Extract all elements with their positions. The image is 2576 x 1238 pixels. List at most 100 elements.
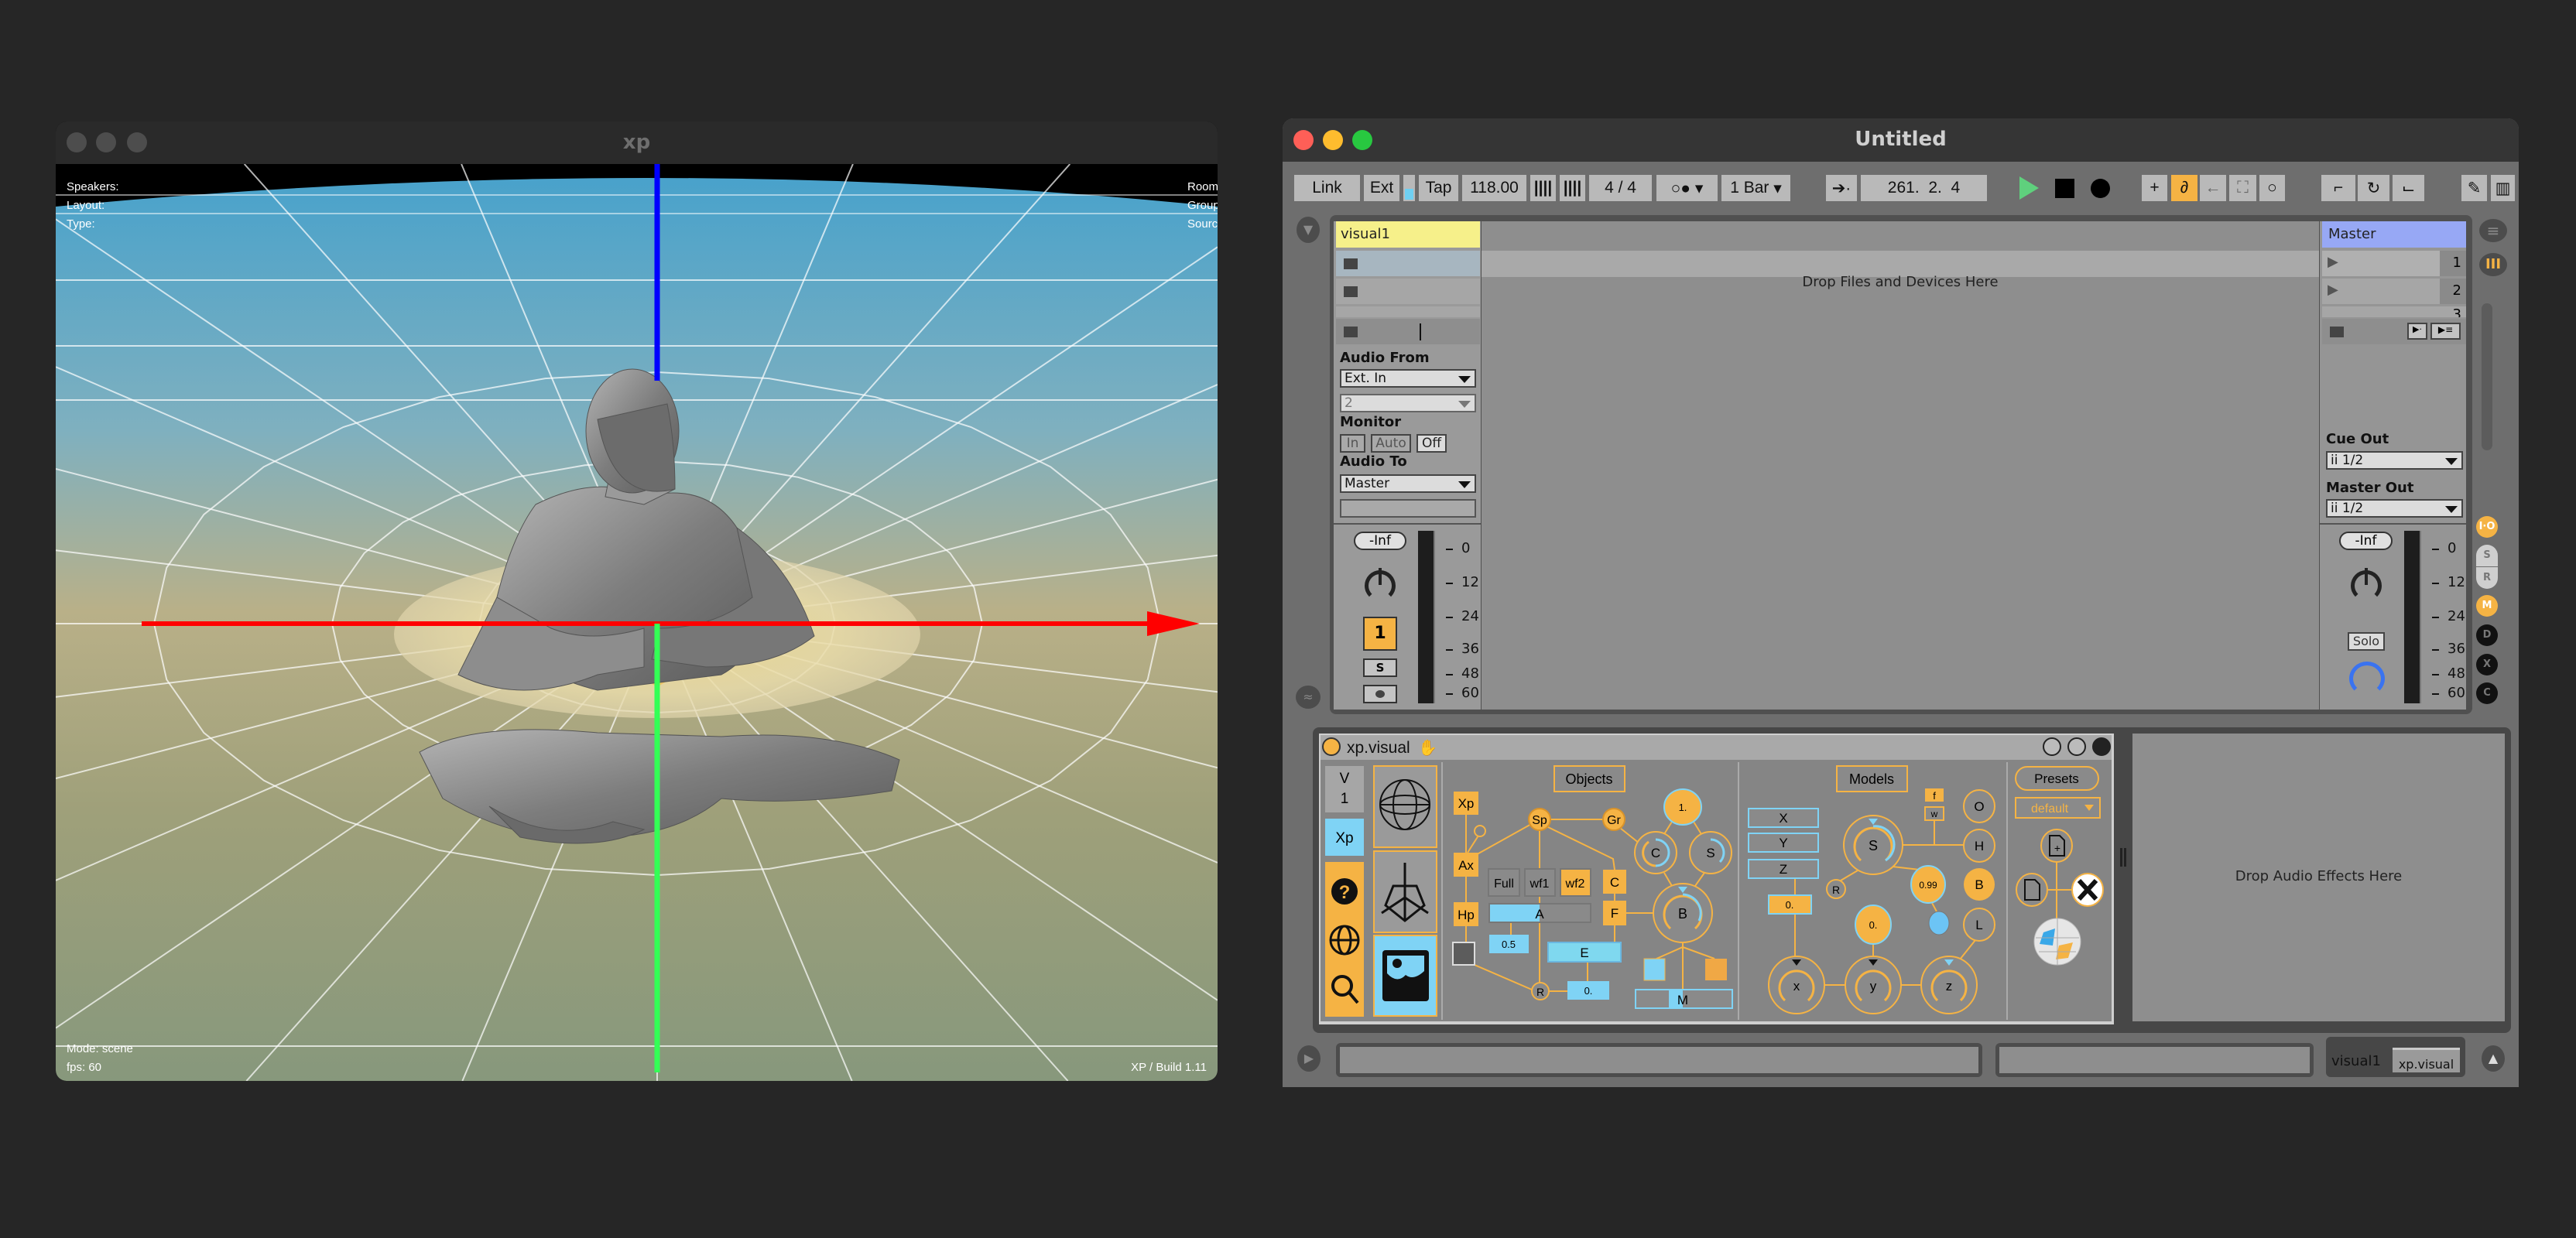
track-header[interactable]: visual1 — [1336, 221, 1480, 248]
title-bar[interactable]: xp — [56, 121, 1218, 164]
time-signature-field[interactable]: 4 / 4 — [1589, 175, 1652, 201]
capture-icon[interactable]: ⛶ — [2229, 175, 2256, 201]
m-slider[interactable]: M — [1635, 989, 1733, 1009]
track-activator-button[interactable]: 1 — [1363, 617, 1397, 651]
input-channel-dropdown[interactable]: 2 — [1340, 394, 1476, 412]
punch-in-icon[interactable]: ⌐ — [2321, 175, 2355, 201]
master-out-dropdown[interactable]: ii 1/2 — [2326, 499, 2463, 518]
device-header-buttons[interactable] — [2043, 737, 2111, 756]
scene-launch[interactable]: 3 — [2322, 306, 2466, 317]
device-drop-handle[interactable] — [2120, 848, 2126, 867]
c-dial[interactable]: C — [1634, 831, 1677, 874]
show-detail-button[interactable]: ▶ — [1297, 1045, 1321, 1072]
l-node[interactable]: L — [1963, 908, 1995, 942]
monitor-off-button[interactable]: Off — [1416, 434, 1447, 453]
delete-preset-icon[interactable] — [2071, 873, 2104, 907]
clip-stop-row[interactable] — [1336, 319, 1480, 344]
clip-slot[interactable] — [1336, 251, 1480, 276]
a-value-box[interactable]: 0.5 — [1489, 935, 1529, 953]
tap-tempo-button[interactable]: Tap — [1419, 175, 1458, 201]
sp-node[interactable]: Sp — [1528, 808, 1551, 831]
c-node[interactable]: C — [1603, 870, 1626, 894]
s-model-dial[interactable]: S — [1843, 815, 1903, 875]
track-volume[interactable]: -Inf — [1354, 532, 1406, 550]
metronome-icon[interactable]: ○● ▾ — [1656, 175, 1718, 201]
follow-arrow-icon[interactable]: ➔· — [1826, 175, 1857, 201]
groove-pool-icon[interactable]: ≈ — [1296, 686, 1321, 709]
s-dial[interactable]: S — [1689, 831, 1732, 874]
follow-icon[interactable]: ▶· — [2407, 323, 2427, 340]
ax-node[interactable]: Ax — [1454, 853, 1478, 877]
o-node[interactable]: O — [1963, 789, 1995, 823]
session-drop-area[interactable]: Drop Files and Devices Here — [1482, 221, 2319, 710]
loop-icon[interactable]: ↻ — [2358, 175, 2389, 201]
sphere-object-button[interactable] — [1373, 765, 1437, 848]
color-swatch[interactable] — [1452, 942, 1475, 966]
mode-wf2-button[interactable]: wf2 — [1560, 868, 1591, 897]
hp-node[interactable]: Hp — [1454, 902, 1478, 926]
xp-node[interactable]: Xp — [1454, 792, 1478, 815]
clip-slot[interactable] — [1336, 279, 1480, 304]
mixer-section-toggle[interactable]: M — [2476, 595, 2498, 617]
punch-out-icon[interactable]: ⌙ — [2393, 175, 2424, 201]
session-record-icon[interactable]: ○ — [2259, 175, 2285, 201]
returns-toggle[interactable]: R — [2476, 567, 2498, 589]
gr-node[interactable]: Gr — [1602, 808, 1625, 831]
h-node[interactable]: H — [1963, 829, 1995, 863]
r-model-node[interactable]: R — [1826, 879, 1846, 899]
footer-device-chip[interactable]: xp.visual — [2393, 1048, 2460, 1072]
show-arrangement-button[interactable]: ▲ — [2482, 1045, 2505, 1072]
load-preset-icon[interactable] — [2016, 873, 2048, 907]
title-bar[interactable]: Untitled — [1283, 118, 2519, 162]
monitor-auto-button[interactable]: Auto — [1371, 434, 1411, 453]
dial-x[interactable]: x — [1768, 956, 1825, 1014]
dial-z[interactable]: z — [1920, 956, 1978, 1014]
tempo-field[interactable]: 118.00 — [1462, 175, 1526, 201]
presets-button[interactable]: Presets — [2015, 766, 2099, 791]
clip-slot[interactable] — [1336, 306, 1480, 317]
link-button[interactable]: Link — [1294, 175, 1360, 201]
cue-volume-knob[interactable] — [2349, 662, 2385, 696]
cue-out-dropdown[interactable]: ii 1/2 — [2326, 451, 2463, 470]
scene-view-icon[interactable]: ▶≡ — [2430, 323, 2461, 340]
io-toggle[interactable]: I·O — [2476, 516, 2498, 538]
delay-toggle[interactable]: D — [2476, 624, 2498, 646]
s-value-dial[interactable]: 0.99 — [1910, 865, 1946, 904]
a-slider[interactable]: A — [1488, 903, 1591, 923]
view-menu-button[interactable]: ≡ — [2479, 219, 2507, 242]
arm-button[interactable] — [1363, 685, 1397, 703]
stop-button[interactable] — [2055, 179, 2074, 198]
audio-from-dropdown[interactable]: Ext. In — [1340, 369, 1476, 388]
quantize-menu[interactable]: 1 Bar ▾ — [1721, 175, 1790, 201]
3d-viewport[interactable] — [56, 164, 1218, 1081]
orange-color-swatch[interactable] — [1705, 959, 1727, 980]
reload-icon[interactable] — [2067, 737, 2086, 756]
session-scrollbar[interactable] — [2482, 303, 2492, 450]
solo-button[interactable]: Solo — [2348, 632, 2385, 651]
footer-track-name[interactable]: visual1 — [2331, 1053, 2381, 1069]
solo-button[interactable]: S — [1363, 658, 1397, 677]
audio-to-dropdown[interactable]: Master — [1340, 474, 1476, 493]
overdub-icon[interactable]: + — [2142, 175, 2167, 201]
sends-toggle[interactable]: S — [2476, 545, 2498, 566]
z-value-box[interactable]: 0. — [1768, 894, 1812, 915]
draw-mode-icon[interactable]: ✎ — [2461, 175, 2487, 201]
mixer-toggle-button[interactable]: III — [2479, 253, 2507, 276]
master-pan-knob[interactable] — [2351, 568, 2382, 601]
pan-knob[interactable] — [1365, 568, 1396, 601]
monitor-in-button[interactable]: In — [1340, 434, 1365, 453]
y-field[interactable]: Y — [1748, 833, 1819, 853]
cyan-color-swatch[interactable] — [1643, 958, 1666, 981]
new-preset-icon[interactable]: + — [2040, 829, 2073, 863]
mode-full-button[interactable]: Full — [1488, 868, 1520, 897]
ext-sync-button[interactable]: Ext — [1364, 175, 1399, 201]
stop-all-clips-row[interactable]: ▶· ▶≡ — [2322, 319, 2466, 344]
output-channel-dropdown[interactable] — [1340, 499, 1476, 518]
master-header[interactable]: Master — [2322, 221, 2466, 248]
back-to-arrangement-icon[interactable]: ← — [2200, 175, 2226, 201]
w-toggle[interactable]: w — [1924, 806, 1944, 821]
dial-y[interactable]: y — [1845, 956, 1902, 1014]
r-node[interactable]: R — [1531, 982, 1550, 1000]
crossfader-toggle[interactable]: X — [2476, 654, 2498, 675]
drop-effects-area[interactable]: Drop Audio Effects Here — [2132, 734, 2505, 1021]
